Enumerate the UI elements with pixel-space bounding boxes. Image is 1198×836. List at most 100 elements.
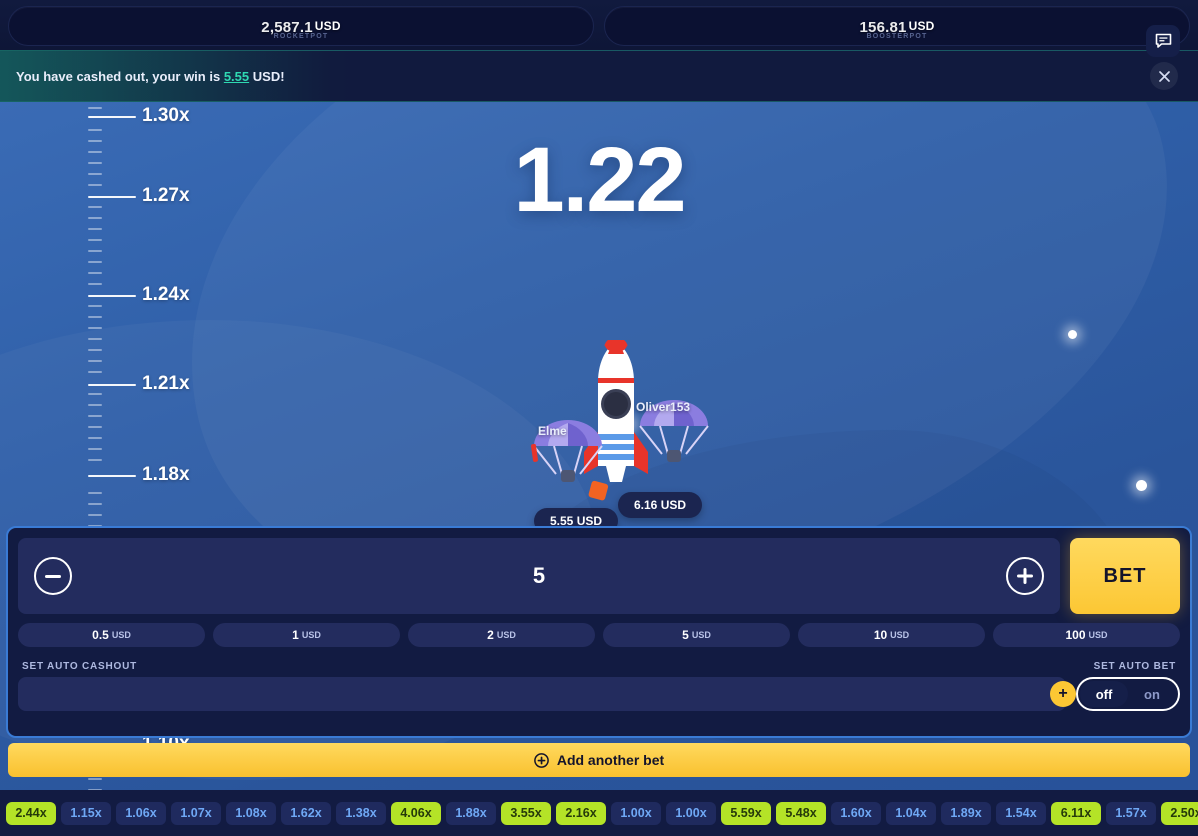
quick-amount-button[interactable]: 5 USD — [603, 623, 790, 647]
history-chip[interactable]: 1.62x — [281, 801, 331, 825]
plus-circle-icon — [533, 752, 549, 768]
axis-tick-major — [88, 295, 136, 297]
axis-tick-label: 1.24x — [142, 284, 190, 305]
star-decoration — [1068, 330, 1077, 339]
axis-tick-label: 1.21x — [142, 373, 190, 394]
quick-amount-button[interactable]: 0.5 USD — [18, 623, 205, 647]
history-chip[interactable]: 1.00x — [666, 801, 716, 825]
axis-tick-minor — [88, 283, 102, 285]
quick-amount-button[interactable]: 2 USD — [408, 623, 595, 647]
auto-cashout-add-button[interactable]: + — [1050, 681, 1076, 707]
history-chip[interactable]: 1.60x — [831, 801, 881, 825]
axis-tick-minor — [88, 437, 102, 439]
quick-amount-value: 1 — [292, 628, 299, 642]
add-another-bet-label: Add another bet — [556, 752, 665, 768]
close-icon — [1158, 70, 1170, 82]
jackpot-boosterpot-amount: 156.81 USD — [859, 19, 935, 36]
current-multiplier: 1.22 — [513, 129, 686, 231]
history-chip[interactable]: 1.89x — [941, 801, 991, 825]
axis-tick-minor — [88, 459, 102, 461]
add-another-bet-button[interactable]: Add another bet — [8, 743, 1190, 777]
axis-tick-minor — [88, 448, 102, 450]
auto-labels: SET AUTO CASHOUT SET AUTO BET — [18, 661, 1180, 672]
plus-icon — [1017, 568, 1033, 584]
stake-stepper: 5 — [18, 538, 1060, 614]
axis-tick-minor — [88, 426, 102, 428]
jackpot-bar: 2,587.1 USD ROCKETPOT 156.81 USD BOOSTERPO… — [0, 0, 1198, 50]
cashout-notification-text: You have cashed out, your win is 5.55 US… — [16, 69, 285, 84]
quick-amount-button[interactable]: 1 USD — [213, 623, 400, 647]
auto-bet-on-option[interactable]: on — [1128, 681, 1176, 707]
quick-amount-button[interactable]: 100 USD — [993, 623, 1180, 647]
increase-stake-button[interactable] — [1006, 557, 1044, 595]
quick-amount-button[interactable]: 10 USD — [798, 623, 985, 647]
notification-prefix: You have cashed out, your win is — [16, 68, 221, 84]
jackpot-rocketpot-amount: 2,587.1 USD — [261, 19, 341, 36]
axis-tick-minor — [88, 305, 102, 307]
auto-bet-off-option[interactable]: off — [1080, 681, 1128, 707]
notification-suffix: USD! — [252, 68, 285, 84]
history-chip[interactable]: 5.48x — [776, 801, 826, 825]
bet-row: 5 BET — [18, 538, 1180, 614]
axis-tick-minor — [88, 492, 102, 494]
quick-amount-currency: USD — [111, 630, 131, 640]
axis-tick-minor — [88, 272, 102, 274]
close-notification-button[interactable] — [1150, 62, 1178, 90]
history-chip[interactable]: 1.88x — [446, 801, 496, 825]
history-chip[interactable]: 2.44x — [6, 801, 56, 825]
axis-tick-label: 1.18x — [142, 464, 190, 485]
jackpot-boosterpot[interactable]: 156.81 USD BOOSTERPOT — [604, 6, 1190, 46]
history-chip[interactable]: 1.07x — [171, 801, 221, 825]
axis-tick-minor — [88, 503, 102, 505]
auto-bet-toggle[interactable]: off on — [1076, 677, 1180, 711]
axis-tick-minor — [88, 393, 102, 395]
axis-tick-minor — [88, 404, 102, 406]
history-strip: 2.44x 1.15x 1.06x 1.07x 1.08x 1.62x 1.38x 4.06x… — [0, 790, 1198, 836]
history-chip[interactable]: 4.06x — [391, 801, 441, 825]
quick-amount-currency: USD — [301, 630, 321, 640]
history-chip[interactable]: 1.15x — [61, 801, 111, 825]
history-chip[interactable]: 6.11x — [1051, 801, 1101, 825]
history-chip[interactable]: 2.16x — [556, 801, 606, 825]
rocket-group: Elme Oliver153 6.16 USD 5.55 USD — [520, 336, 720, 590]
history-chip[interactable]: 1.06x — [116, 801, 166, 825]
minus-icon — [45, 574, 61, 578]
star-decoration — [1136, 480, 1147, 491]
auto-bet-label: SET AUTO BET — [1093, 661, 1176, 672]
history-chip[interactable]: 1.00x — [611, 801, 661, 825]
jackpot-rocketpot[interactable]: 2,587.1 USD ROCKETPOT — [8, 6, 594, 46]
player-win-badge-oliver153: 6.16 USD — [618, 492, 703, 518]
notification-win-amount: 5.55 — [223, 68, 250, 84]
axis-tick-minor — [88, 250, 102, 252]
history-chip[interactable]: 3.55x — [501, 801, 551, 825]
axis-tick-major — [88, 116, 136, 118]
axis-tick-minor — [88, 316, 102, 318]
history-chip[interactable]: 1.08x — [226, 801, 276, 825]
history-chip[interactable]: 1.54x — [996, 801, 1046, 825]
quick-amount-value: 5 — [682, 628, 689, 642]
axis-tick-minor — [88, 349, 102, 351]
history-chip[interactable]: 2.50x — [1161, 801, 1198, 825]
cashout-notification: You have cashed out, your win is 5.55 US… — [0, 50, 1198, 102]
stake-value: 5 — [532, 563, 546, 588]
axis-tick-minor — [88, 327, 102, 329]
history-chip[interactable]: 1.38x — [336, 801, 386, 825]
history-chip[interactable]: 5.59x — [721, 801, 771, 825]
decrease-stake-button[interactable] — [34, 557, 72, 595]
history-chip[interactable]: 1.57x — [1106, 801, 1156, 825]
quick-amount-value: 100 — [1065, 628, 1086, 642]
quick-amount-currency: USD — [1088, 630, 1108, 640]
axis-tick-label: 1.30x — [142, 105, 190, 126]
auto-cashout-input[interactable]: + — [18, 677, 1076, 711]
chat-button[interactable] — [1146, 25, 1180, 57]
axis-tick-minor — [88, 371, 102, 373]
player-name-oliver153: Oliver153 — [636, 400, 691, 414]
quick-amount-currency: USD — [691, 630, 711, 640]
player-name-elme: Elme — [538, 424, 567, 438]
jackpot-boosterpot-label: BOOSTERPOT — [866, 33, 928, 40]
history-chip[interactable]: 1.04x — [886, 801, 936, 825]
auto-cashout-label: SET AUTO CASHOUT — [22, 661, 138, 672]
bet-button[interactable]: BET — [1070, 538, 1180, 614]
axis-tick-minor — [88, 360, 102, 362]
quick-amount-value: 2 — [487, 628, 494, 642]
